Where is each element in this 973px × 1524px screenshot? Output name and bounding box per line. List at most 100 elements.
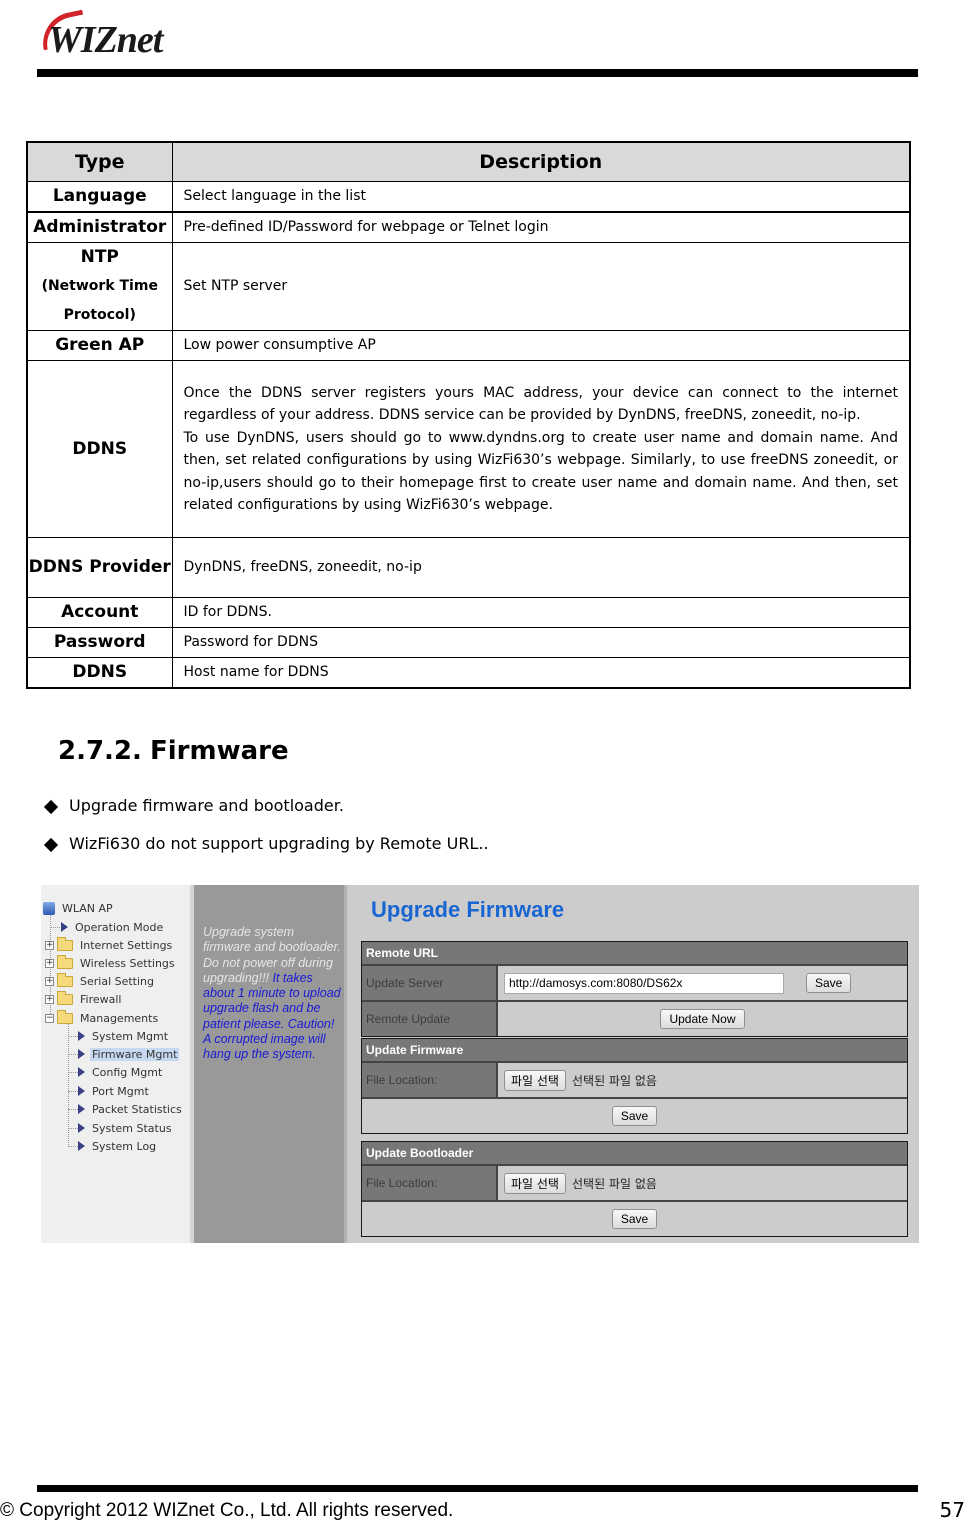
field-value: Save (498, 966, 907, 1000)
page-arrow-icon (78, 1049, 85, 1059)
update-bootloader-section: Update Bootloader File Location: 파일 선택 선… (361, 1141, 908, 1237)
type-cell: Account (26, 597, 173, 628)
page-arrow-icon (78, 1141, 85, 1151)
folder-icon (57, 936, 73, 951)
no-file-selected-text: 선택된 파일 없음 (571, 1073, 657, 1088)
field-value: 파일 선택 선택된 파일 없음 (498, 1166, 907, 1200)
table-row: DDNS Once the DDNS server registers your… (26, 360, 911, 538)
page-arrow-icon (78, 1086, 85, 1096)
nav-subitem-port-mgmt[interactable]: Port Mgmt (78, 1083, 151, 1099)
bullet-list: Upgrade firmware and bootloader. WizFi63… (42, 796, 489, 872)
field-value: Update Now (498, 1002, 907, 1036)
description-cell: Host name for DDNS (171, 657, 911, 689)
bullet-item: Upgrade firmware and bootloader. (42, 796, 489, 834)
save-firmware-button[interactable]: Save (611, 1106, 658, 1126)
tree-line (50, 927, 60, 928)
description-paragraph: Once the DDNS server registers yours MAC… (183, 384, 899, 424)
footer-rule (37, 1485, 918, 1492)
nav-subitem-system-status[interactable]: System Status (78, 1120, 174, 1136)
nav-item-wireless-settings[interactable]: + Wireless Settings (45, 954, 177, 971)
folder-open-icon (57, 1009, 73, 1024)
collapse-minus-icon[interactable]: − (45, 1013, 54, 1023)
type-cell: DDNS (26, 657, 173, 689)
expand-plus-icon[interactable]: + (45, 958, 54, 968)
update-now-button[interactable]: Update Now (660, 1009, 745, 1029)
expand-plus-icon[interactable]: + (45, 976, 54, 986)
table-row: DDNS Host name for DDNS (26, 657, 911, 689)
table-row: NTP (Network Time Protocol) Set NTP serv… (26, 242, 911, 331)
file-location-row: File Location: 파일 선택 선택된 파일 없음 (362, 1164, 907, 1200)
tree-line (68, 1146, 78, 1147)
upgrade-firmware-panel: Upgrade Firmware Remote URL Update Serve… (347, 885, 919, 1243)
description-cell: Set NTP server (171, 242, 911, 331)
table-row: Password Password for DDNS (26, 627, 911, 658)
table-row: Language Select language in the list (26, 180, 911, 212)
nav-root-wlan-ap[interactable]: WLAN AP (43, 900, 115, 916)
remote-url-section: Remote URL Update Server Save Remote Upd… (361, 941, 908, 1037)
tree-line (68, 1036, 78, 1037)
nav-subitem-system-log[interactable]: System Log (78, 1138, 158, 1154)
tree-line (68, 1128, 78, 1129)
page-number: 57 (939, 1498, 965, 1522)
nav-subitem-system-mgmt[interactable]: System Mgmt (78, 1028, 170, 1044)
type-cell: DDNS (26, 360, 173, 538)
diamond-bullet-icon (43, 799, 59, 815)
column-header-type: Type (26, 141, 173, 182)
nav-item-firewall[interactable]: + Firewall (45, 990, 123, 1007)
type-cell: Administrator (26, 210, 173, 243)
type-cell: NTP (Network Time Protocol) (26, 242, 173, 331)
update-server-row: Update Server Save (362, 964, 907, 1000)
header-rule (37, 69, 918, 77)
section-header: Update Bootloader (362, 1142, 907, 1164)
nav-item-serial-setting[interactable]: + Serial Setting (45, 972, 156, 989)
update-server-input[interactable] (504, 972, 784, 994)
page-arrow-icon (78, 1067, 85, 1077)
field-label: Update Server (362, 966, 498, 1000)
page-title: Upgrade Firmware (371, 897, 565, 922)
page-arrow-icon (78, 1104, 85, 1114)
description-cell: Low power consumptive AP (171, 330, 911, 361)
table-header-row: Type Description (26, 141, 911, 182)
type-subtitle: (Network Time Protocol) (41, 278, 158, 323)
section-heading: 2.7.2. Firmware (58, 736, 289, 766)
type-cell: Green AP (26, 330, 173, 361)
help-panel: Upgrade system firmware and bootloader. … (194, 885, 347, 1243)
save-server-button[interactable]: Save (806, 973, 852, 993)
folder-icon (57, 972, 73, 987)
page-arrow-icon (78, 1031, 85, 1041)
nav-subitem-config-mgmt[interactable]: Config Mgmt (78, 1064, 164, 1080)
choose-bootloader-file-button[interactable]: 파일 선택 (504, 1172, 566, 1194)
column-header-description: Description (171, 141, 911, 182)
no-file-selected-text: 선택된 파일 없음 (571, 1176, 657, 1191)
nav-subitem-firmware-mgmt[interactable]: Firmware Mgmt (78, 1046, 180, 1062)
field-label: File Location: (362, 1166, 498, 1200)
bullet-item: WizFi630 do not support upgrading by Rem… (42, 834, 489, 872)
save-row: Save (362, 1200, 907, 1236)
type-cell: DDNS Provider (26, 537, 173, 598)
field-label: Remote Update (362, 1002, 498, 1036)
nav-tree: WLAN AP Operation Mode + Internet Settin… (41, 885, 194, 1243)
page-arrow-icon (61, 922, 68, 932)
save-bootloader-button[interactable]: Save (611, 1209, 658, 1229)
update-firmware-section: Update Firmware File Location: 파일 선택 선택된… (361, 1038, 908, 1134)
wiznet-logo: WIZnet (37, 9, 198, 61)
section-header: Update Firmware (362, 1039, 907, 1061)
choose-firmware-file-button[interactable]: 파일 선택 (504, 1069, 566, 1091)
table-row: Green AP Low power consumptive AP (26, 330, 911, 361)
computer-icon (43, 901, 55, 915)
settings-description-table: Type Description Language Select languag… (26, 141, 911, 689)
folder-icon (57, 990, 73, 1005)
table-row: DDNS Provider DynDNS, freeDNS, zoneedit,… (26, 537, 911, 598)
expand-plus-icon[interactable]: + (45, 994, 54, 1004)
logo-text: WIZnet (48, 19, 163, 61)
nav-subitem-packet-statistics[interactable]: Packet Statistics (78, 1101, 184, 1117)
nav-item-operation-mode[interactable]: Operation Mode (61, 919, 165, 935)
section-title: Firmware (150, 736, 289, 766)
nav-item-managements[interactable]: − Managements (45, 1009, 160, 1026)
description-cell: DynDNS, freeDNS, zoneedit, no-ip (171, 537, 911, 598)
save-row: Save (362, 1097, 907, 1133)
nav-item-internet-settings[interactable]: + Internet Settings (45, 936, 174, 953)
type-main: NTP (80, 247, 119, 267)
tree-line (68, 1072, 78, 1073)
expand-plus-icon[interactable]: + (45, 940, 54, 950)
